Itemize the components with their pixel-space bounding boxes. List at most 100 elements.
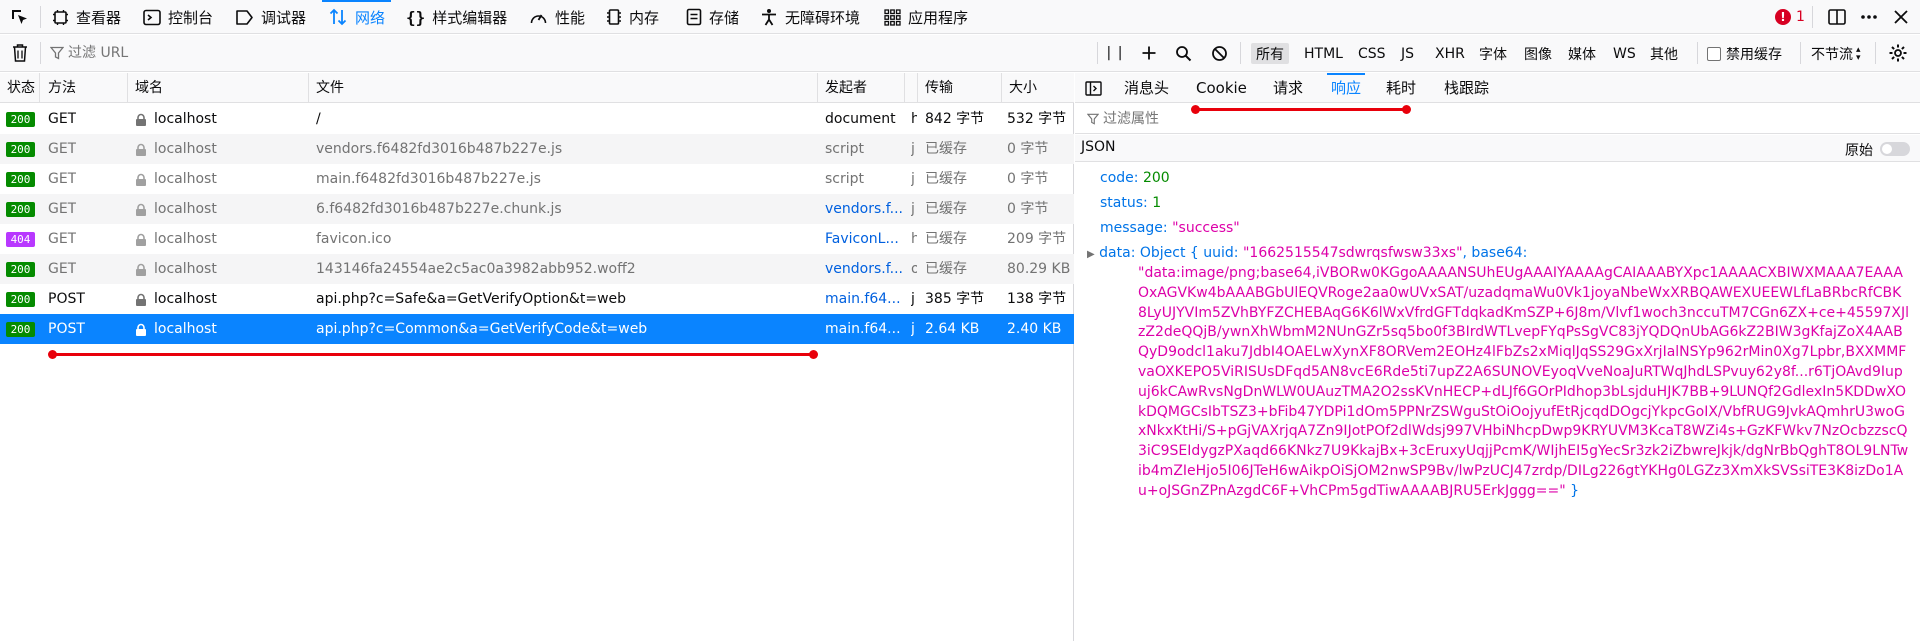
transferred-cell: 385 字节 [925,291,985,307]
initiator-cell[interactable]: main.f64... [825,284,903,314]
tab-debugger[interactable]: 调试器 [235,0,306,34]
close-icon[interactable] [1891,7,1911,27]
tab-memory[interactable]: 内存 [606,0,659,34]
filter-type-ws[interactable]: WS [1608,43,1641,64]
throttle-select[interactable]: 不节流 ▴ ▾ [1811,43,1861,64]
filter-type-media[interactable]: 媒体 [1563,43,1601,64]
json-value-uuid: "1662515547sdwrqsfwsw33xs" [1242,245,1463,261]
filter-type-css[interactable]: CSS [1353,43,1391,64]
table-row[interactable]: 200 GET localhost main.f6482fd3016b487b2… [0,164,1074,194]
column-header-domain[interactable]: 域名 [128,73,309,103]
tab-storage[interactable]: 存储 [686,0,739,34]
raw-toggle[interactable] [1880,142,1910,156]
column-header-file[interactable]: 文件 [309,73,818,103]
dock-options-icon[interactable] [1827,7,1847,27]
plus-icon[interactable] [1139,43,1159,63]
domain-cell: localhost [154,261,217,277]
column-header-type[interactable] [905,73,918,103]
table-row[interactable]: 200 POST localhost api.php?c=Safe&a=GetV… [0,284,1074,314]
url-filter-input[interactable] [68,42,1088,64]
trash-icon[interactable] [10,43,30,63]
tab-stack-trace[interactable]: 栈跟踪 [1444,73,1489,103]
tab-application[interactable]: 应用程序 [884,0,968,34]
transferred-cell: 已缓存 [925,261,967,277]
type-cell: h [911,111,917,127]
disable-cache-checkbox[interactable] [1707,46,1721,61]
column-header-status[interactable]: 状态 [0,73,40,103]
application-icon [884,8,901,26]
file-cell: / [316,111,321,127]
sidebar-toggle-icon[interactable] [1084,79,1102,97]
filter-icon [1087,113,1099,125]
column-header-initiator[interactable]: 发起者 [818,73,905,103]
json-value-number: 200 [1142,170,1170,186]
more-options-icon[interactable] [1859,7,1879,27]
json-value-base64: "data:image/png;base64,iVBORw0KGgoAAAANS… [1138,264,1910,502]
file-cell: favicon.ico [316,231,392,247]
expand-triangle-icon[interactable]: ▶ [1087,249,1095,260]
transferred-cell: 已缓存 [925,201,967,217]
tab-console[interactable]: 控制台 [143,0,213,34]
filter-type-xhr[interactable]: XHR [1430,43,1470,64]
filter-type-html[interactable]: HTML [1299,43,1348,64]
tab-inspector[interactable]: 查看器 [52,0,121,34]
property-filter-input[interactable] [1103,108,1903,130]
disable-cache-toggle[interactable]: 禁用缓存 [1707,43,1782,64]
filter-type-fonts[interactable]: 字体 [1474,43,1512,64]
pause-button[interactable]: | | [1105,43,1125,63]
column-header-transferred[interactable]: 传输 [918,73,1002,103]
tab-network[interactable]: 网络 [321,0,392,34]
tab-response[interactable]: 响应 [1326,73,1366,103]
filter-type-js[interactable]: JS [1396,43,1419,64]
json-row-code: code: 200 [1100,170,1170,186]
column-header-method[interactable]: 方法 [41,73,128,103]
initiator-cell[interactable]: vendors.f... [825,254,903,284]
initiator-cell[interactable]: main.f64... [825,314,903,344]
element-picker-icon[interactable] [9,7,29,27]
table-row[interactable]: 404 GET localhost favicon.ico FaviconL..… [0,224,1074,254]
lock-icon [136,233,146,246]
table-row[interactable]: 200 GET localhost 6.f6482fd3016b487b227e… [0,194,1074,224]
table-row[interactable]: 200 GET localhost vendors.f6482fd3016b48… [0,134,1074,164]
filter-type-other[interactable]: 其他 [1645,43,1683,64]
tab-label: 存储 [709,8,740,27]
tab-style-editor[interactable]: {} 样式编辑器 [406,0,507,34]
tab-label: 内存 [629,8,660,27]
tab-timings[interactable]: 耗时 [1386,73,1416,103]
status-badge: 200 [6,292,35,307]
search-icon[interactable] [1173,43,1193,63]
table-row-selected[interactable]: 200 POST localhost api.php?c=Common&a=Ge… [0,314,1074,344]
table-row[interactable]: 200 GET localhost / document h 842 字节 53… [0,104,1074,134]
file-cell: 6.f6482fd3016b487b227e.chunk.js [316,201,562,217]
json-section-header: JSON 原始 [1075,135,1920,162]
file-cell: api.php?c=Safe&a=GetVerifyOption&t=web [316,291,627,307]
lock-icon [136,323,146,336]
initiator-cell[interactable]: vendors.f... [825,194,903,224]
initiator-cell: script [825,141,865,157]
initiator-cell[interactable]: FaviconL... [825,224,903,254]
column-header-size[interactable]: 大小 [1002,73,1074,103]
method-cell: GET [48,111,77,127]
json-object-open: Object { uuid: [1139,245,1239,261]
filter-type-images[interactable]: 图像 [1519,43,1557,64]
gear-icon[interactable] [1888,43,1908,63]
status-badge: 404 [6,232,35,247]
table-row[interactable]: 200 GET localhost 143146fa24554ae2c5ac0a… [0,254,1074,284]
initiator-cell: script [825,171,865,187]
block-icon[interactable] [1209,43,1229,63]
initiator-cell: document [825,111,896,127]
tab-cookie[interactable]: Cookie [1196,73,1247,103]
tab-performance[interactable]: 性能 [529,0,585,34]
status-badge: 200 [6,262,35,277]
request-details-panel: 消息头 Cookie 请求 响应 耗时 栈跟踪 JSON 原始 code: 20… [1075,73,1920,641]
json-row-data[interactable]: ▶ data: Object { uuid: "1662515547sdwrqs… [1087,245,1527,261]
type-cell: j [911,291,915,307]
tab-accessibility[interactable]: 无障碍环境 [760,0,860,34]
domain-cell: localhost [154,291,217,307]
tab-headers[interactable]: 消息头 [1124,73,1169,103]
method-cell: GET [48,201,77,217]
filter-type-all[interactable]: 所有 [1251,43,1289,64]
error-counter[interactable]: ! 1 [1775,8,1805,26]
annotation-underline-request [48,350,818,359]
tab-request[interactable]: 请求 [1273,73,1303,103]
